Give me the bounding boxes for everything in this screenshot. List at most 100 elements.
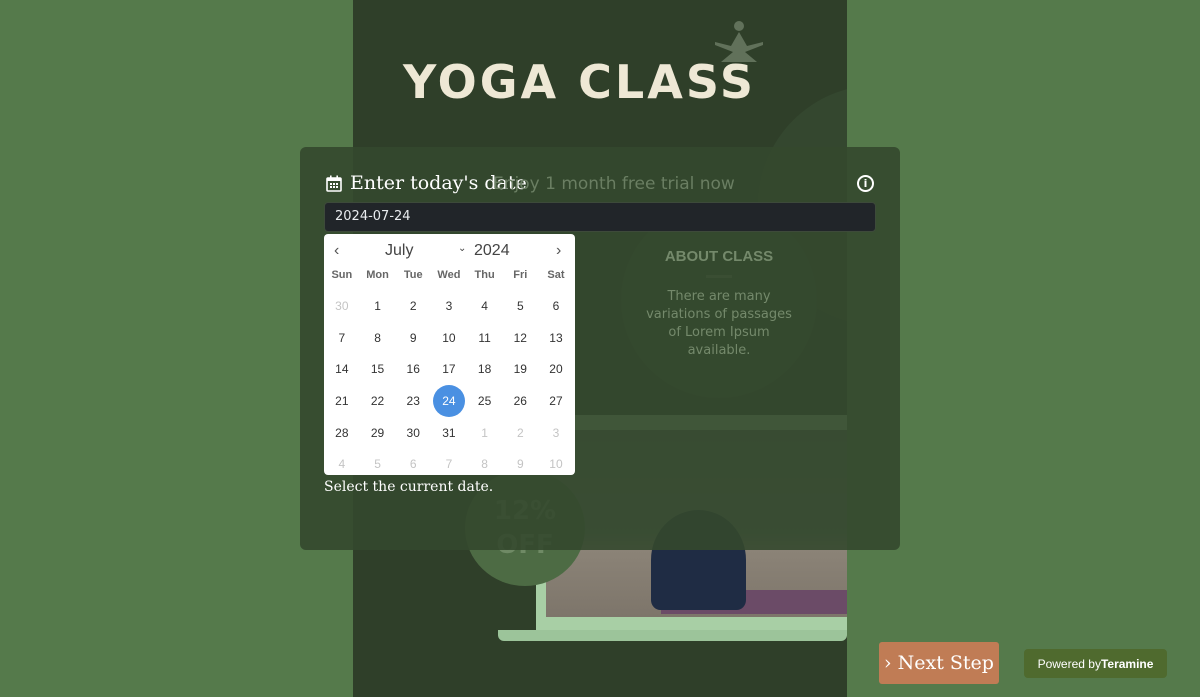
- calendar-day[interactable]: 6: [538, 290, 574, 322]
- calendar-day[interactable]: 1: [467, 417, 503, 449]
- day-number: 23: [406, 393, 420, 408]
- weekday-label: Thu: [474, 269, 495, 281]
- day-number: 13: [549, 330, 563, 345]
- calendar-day[interactable]: 7: [431, 448, 467, 480]
- day-number: 11: [478, 330, 491, 345]
- calendar-day[interactable]: 7: [324, 322, 360, 354]
- day-number: 6: [552, 298, 560, 313]
- calendar-day[interactable]: 5: [502, 290, 538, 322]
- calendar-day[interactable]: 30: [324, 290, 360, 322]
- day-number: 5: [374, 457, 381, 472]
- calendar-day[interactable]: 2: [502, 417, 538, 449]
- calendar-day[interactable]: 21: [324, 385, 360, 417]
- day-number: 8: [374, 330, 381, 345]
- calendar-day[interactable]: 26: [502, 385, 538, 417]
- day-number: 2: [409, 298, 417, 313]
- calendar-day[interactable]: 30: [395, 417, 431, 449]
- calendar-day[interactable]: 11: [467, 322, 503, 354]
- calendar-day[interactable]: 20: [538, 353, 574, 385]
- year-input[interactable]: 2024: [474, 242, 510, 260]
- trial-text: Enjoy 1 month free trial now: [493, 174, 735, 194]
- weekday-label: Sun: [331, 269, 353, 281]
- calendar-day[interactable]: 25: [467, 385, 503, 417]
- calendar-day[interactable]: 8: [467, 448, 503, 480]
- about-title: ABOUT CLASS: [664, 248, 774, 265]
- date-input[interactable]: 2024-07-24: [324, 202, 876, 232]
- selected-day[interactable]: 24: [431, 384, 467, 417]
- calendar-day[interactable]: 15: [360, 353, 396, 385]
- day-number: 19: [513, 362, 527, 377]
- calendar-day[interactable]: 12: [502, 322, 538, 354]
- day-number: 28: [335, 425, 349, 440]
- calendar-day[interactable]: 3: [431, 290, 467, 322]
- day-number: 5: [516, 298, 524, 313]
- laptop-base: [498, 630, 847, 641]
- calendar-day[interactable]: 9: [395, 322, 431, 354]
- day-number: 4: [481, 298, 488, 313]
- calendar-day[interactable]: 31: [431, 417, 467, 449]
- day-number: 9: [409, 330, 417, 345]
- chevron-down-icon[interactable]: ⌄: [458, 243, 466, 254]
- day-number: 1: [481, 425, 488, 440]
- calendar-day[interactable]: 10: [538, 448, 574, 480]
- calendar-day[interactable]: 19: [502, 353, 538, 385]
- weekday-label: Tue: [403, 269, 423, 281]
- day-number: 3: [445, 298, 453, 313]
- calendar-day[interactable]: 4: [324, 448, 360, 480]
- next-month-button[interactable]: ›: [556, 242, 561, 260]
- day-number: 30: [406, 425, 420, 440]
- next-step-button[interactable]: › Next Step: [879, 642, 999, 684]
- day-number: 2: [516, 425, 524, 440]
- calendar-day[interactable]: 13: [538, 322, 574, 354]
- calendar-day[interactable]: 3: [538, 417, 574, 449]
- calendar-day[interactable]: 4: [467, 290, 503, 322]
- day-number: 3: [552, 425, 560, 440]
- prev-month-button[interactable]: ‹: [334, 242, 339, 260]
- day-number: 25: [477, 393, 492, 408]
- info-icon[interactable]: i: [857, 175, 874, 192]
- about-text: There are many variations of passages of…: [646, 289, 792, 358]
- calendar-day[interactable]: 2: [395, 290, 431, 322]
- date-picker: ‹ July ⌄ 2024 › Sun Mon Tue Wed Thu Fri Sat 30…: [324, 234, 575, 475]
- day-number: 14: [335, 362, 349, 377]
- calendar-icon: [326, 175, 342, 192]
- calendar-day[interactable]: 29: [360, 417, 396, 449]
- day-number: 26: [513, 393, 527, 408]
- day-number: 10: [549, 457, 563, 472]
- calendar-day[interactable]: 27: [538, 385, 574, 417]
- day-number: 4: [338, 457, 346, 472]
- hint-text: Select the current date.: [324, 479, 494, 495]
- powered-prefix: Powered by: [1037, 656, 1101, 671]
- calendar-day[interactable]: 5: [360, 448, 396, 480]
- calendar-day[interactable]: 1: [360, 290, 396, 322]
- day-number: 7: [338, 330, 346, 345]
- powered-brand: Teramine: [1100, 656, 1154, 671]
- calendar-day[interactable]: 10: [431, 322, 467, 354]
- month-select[interactable]: July: [385, 242, 413, 260]
- calendar-day[interactable]: 9: [502, 448, 538, 480]
- day-number: 9: [516, 457, 524, 472]
- day-number: 7: [445, 457, 453, 472]
- calendar-day[interactable]: 23: [395, 385, 431, 417]
- calendar-day[interactable]: 22: [360, 385, 396, 417]
- calendar-day[interactable]: 18: [467, 353, 503, 385]
- day-number: 31: [442, 425, 456, 440]
- calendar-day[interactable]: 14: [324, 353, 360, 385]
- next-step-label: Next Step: [897, 652, 994, 674]
- day-number: 10: [442, 330, 456, 345]
- powered-by-badge[interactable]: Powered by Teramine: [1024, 649, 1167, 678]
- day-number: 16: [406, 362, 420, 377]
- day-number: 22: [370, 393, 385, 408]
- calendar-day[interactable]: 8: [360, 322, 396, 354]
- day-number: 21: [335, 393, 349, 408]
- poster-title: YOGA CLASS: [403, 55, 757, 109]
- weekday-label: Mon: [366, 269, 389, 281]
- calendar-day[interactable]: 17: [431, 353, 467, 385]
- weekday-label: Fri: [513, 269, 528, 281]
- calendar-day[interactable]: 16: [395, 353, 431, 385]
- day-number: 6: [409, 457, 417, 472]
- day-number: 20: [549, 362, 563, 377]
- calendar-day[interactable]: 28: [324, 417, 360, 449]
- calendar-day[interactable]: 6: [395, 448, 431, 480]
- weekday-label: Sat: [547, 269, 565, 281]
